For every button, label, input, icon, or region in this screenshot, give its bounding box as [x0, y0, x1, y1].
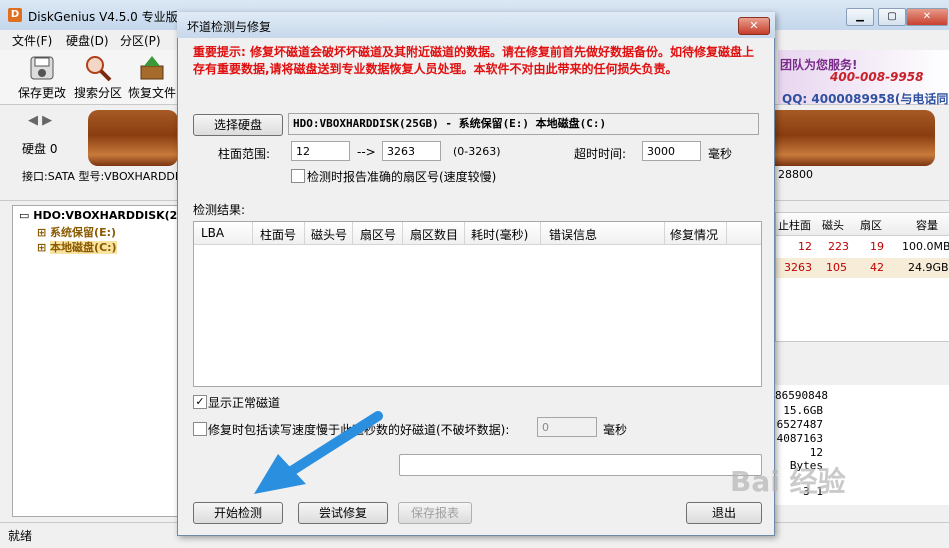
restore-icon — [140, 56, 164, 80]
search-partition-label: 搜索分区 — [73, 86, 122, 100]
column-divider — [352, 222, 353, 244]
cylinder-arrow: --> — [357, 145, 376, 159]
menu-disk[interactable]: 硬盘(D) — [66, 32, 109, 49]
save-changes-label: 保存更改 — [17, 86, 66, 100]
report-sector-label: 检测时报告准确的扇区号(速度较慢) — [307, 170, 497, 184]
selected-disk-field: HDO:VBOXHARDDISK(25GB) - 系统保留(E:) 本地磁盘(C… — [288, 113, 759, 135]
column-divider — [402, 222, 403, 244]
dialog-title: 坏道检测与修复 — [187, 20, 272, 34]
save-report-button[interactable]: 保存报表 — [398, 502, 472, 524]
tree-disk-label: HDO:VBOXHARDDISK(2 — [33, 209, 178, 222]
table-cell: 100.0MB — [902, 240, 949, 253]
detail-value: 4087163 — [776, 432, 823, 445]
tree-partition-system[interactable]: ⊞ 系统保留(E:) — [37, 224, 116, 240]
detail-value: 86590848 — [775, 389, 828, 402]
col-repair[interactable]: 修复情况 — [670, 226, 718, 243]
start-check-button[interactable]: 开始检测 — [193, 502, 283, 524]
expand-icon[interactable]: ⊞ — [37, 241, 50, 254]
col-head-no[interactable]: 磁头号 — [311, 226, 347, 243]
menu-file[interactable]: 文件(F) — [12, 32, 52, 49]
timeout-unit: 毫秒 — [708, 147, 733, 161]
disk-right-info: 28800 — [778, 168, 813, 181]
col-time[interactable]: 耗时(毫秒) — [471, 226, 528, 243]
timeout-label: 超时时间: — [574, 147, 627, 161]
search-icon — [86, 56, 112, 82]
expand-icon[interactable]: ⊞ — [37, 226, 50, 239]
cylinder-from-input[interactable]: 12 — [291, 141, 350, 161]
tree-disk[interactable]: ▭ HDO:VBOXHARDDISK(2 — [19, 209, 177, 222]
disk-graphic-right[interactable] — [775, 110, 935, 166]
table-cell: 105 — [826, 261, 847, 274]
progress-bar — [399, 454, 762, 476]
results-label: 检测结果: — [193, 203, 246, 217]
banner-line2: 400-008-9958 — [830, 70, 924, 84]
partition-table[interactable]: 止柱面 磁头 扇区 容量 12 223 19 100.0MB 3263 105 … — [775, 212, 949, 342]
disk-interface-info: 接口:SATA 型号:VBOXHARDDI — [22, 170, 179, 183]
tree-part1-label: 系统保留(E:) — [50, 226, 117, 239]
app-title: DiskGenius V4.5.0 专业版 — [28, 10, 178, 24]
disk-label: 硬盘 0 — [22, 142, 58, 156]
save-icon — [30, 56, 54, 80]
column-divider — [726, 222, 727, 244]
warning-text: 重要提示: 修复坏磁道会破坏坏磁道及其附近磁道的数据。请在修复前首先做好数据备份… — [193, 45, 754, 76]
column-divider — [304, 222, 305, 244]
col-cylinder[interactable]: 柱面号 — [260, 226, 296, 243]
disk-icon: ▭ — [19, 209, 34, 222]
col-error[interactable]: 错误信息 — [549, 226, 597, 243]
menu-partition[interactable]: 分区(P) — [120, 32, 161, 49]
column-divider — [464, 222, 465, 244]
col-end-cylinder: 止柱面 — [778, 219, 811, 232]
close-window-button[interactable]: ✕ — [906, 8, 948, 26]
tree-part2-label: 本地磁盘(C:) — [50, 241, 117, 254]
col-capacity: 容量 — [916, 219, 938, 232]
column-divider — [540, 222, 541, 244]
report-sector-checkbox[interactable] — [291, 169, 305, 183]
maximize-button[interactable]: ▢ — [878, 8, 906, 26]
slow-ms-input[interactable]: 0 — [537, 417, 597, 437]
exit-button[interactable]: 退出 — [686, 502, 762, 524]
column-divider — [664, 222, 665, 244]
save-changes-button[interactable]: 保存更改 — [14, 54, 70, 102]
tree-partition-local[interactable]: ⊞ 本地磁盘(C:) — [37, 239, 117, 255]
slow-repair-checkbox[interactable] — [193, 422, 207, 436]
table-cell: 12 — [798, 240, 812, 253]
table-cell: 223 — [828, 240, 849, 253]
restore-files-label: 恢复文件 — [127, 86, 176, 100]
minimize-button[interactable]: ▁ — [846, 8, 874, 26]
disk-nav-arrows[interactable]: ◀ ▶ — [28, 113, 52, 128]
detail-value: 15.6GB — [783, 404, 823, 417]
annotation-arrow-icon — [254, 411, 383, 494]
restore-files-button[interactable]: 恢复文件 — [124, 54, 180, 102]
cylinder-range-label: 柱面范围: — [218, 147, 271, 161]
timeout-input[interactable]: 3000 — [642, 141, 701, 161]
table-cell: 19 — [870, 240, 884, 253]
col-sector-no[interactable]: 扇区号 — [360, 226, 396, 243]
table-cell: 42 — [870, 261, 884, 274]
table-cell: 24.9GB — [908, 261, 949, 274]
baidu-watermark: Bai 经验 — [730, 465, 846, 498]
disk-tree[interactable]: ▭ HDO:VBOXHARDDISK(2 ⊞ 系统保留(E:) ⊞ 本地磁盘(C… — [12, 205, 184, 517]
search-partition-button[interactable]: 搜索分区 — [70, 54, 126, 102]
cylinder-range-hint: (0-3263) — [453, 145, 501, 158]
show-normal-checkbox[interactable]: ✓ — [193, 395, 207, 409]
column-divider — [252, 222, 253, 244]
col-sector-count[interactable]: 扇区数目 — [410, 226, 458, 243]
slow-ms-unit: 毫秒 — [603, 423, 628, 437]
show-normal-label: 显示正常磁道 — [208, 396, 281, 410]
cylinder-to-input[interactable]: 3263 — [382, 141, 441, 161]
disk-graphic[interactable] — [88, 110, 178, 166]
results-table[interactable]: LBA 柱面号 磁头号 扇区号 扇区数目 耗时(毫秒) 错误信息 修复情况 — [193, 221, 762, 387]
table-cell: 3263 — [784, 261, 812, 274]
dialog-close-button[interactable]: ✕ — [738, 17, 770, 35]
col-sector: 扇区 — [860, 219, 882, 232]
app-icon: D — [8, 8, 22, 22]
col-head: 磁头 — [822, 219, 844, 232]
col-lba[interactable]: LBA — [201, 226, 224, 240]
status-text: 就绪 — [8, 529, 33, 543]
detail-value: 6527487 — [776, 418, 823, 431]
try-repair-button[interactable]: 尝试修复 — [298, 502, 388, 524]
select-disk-button[interactable]: 选择硬盘 — [193, 114, 283, 136]
